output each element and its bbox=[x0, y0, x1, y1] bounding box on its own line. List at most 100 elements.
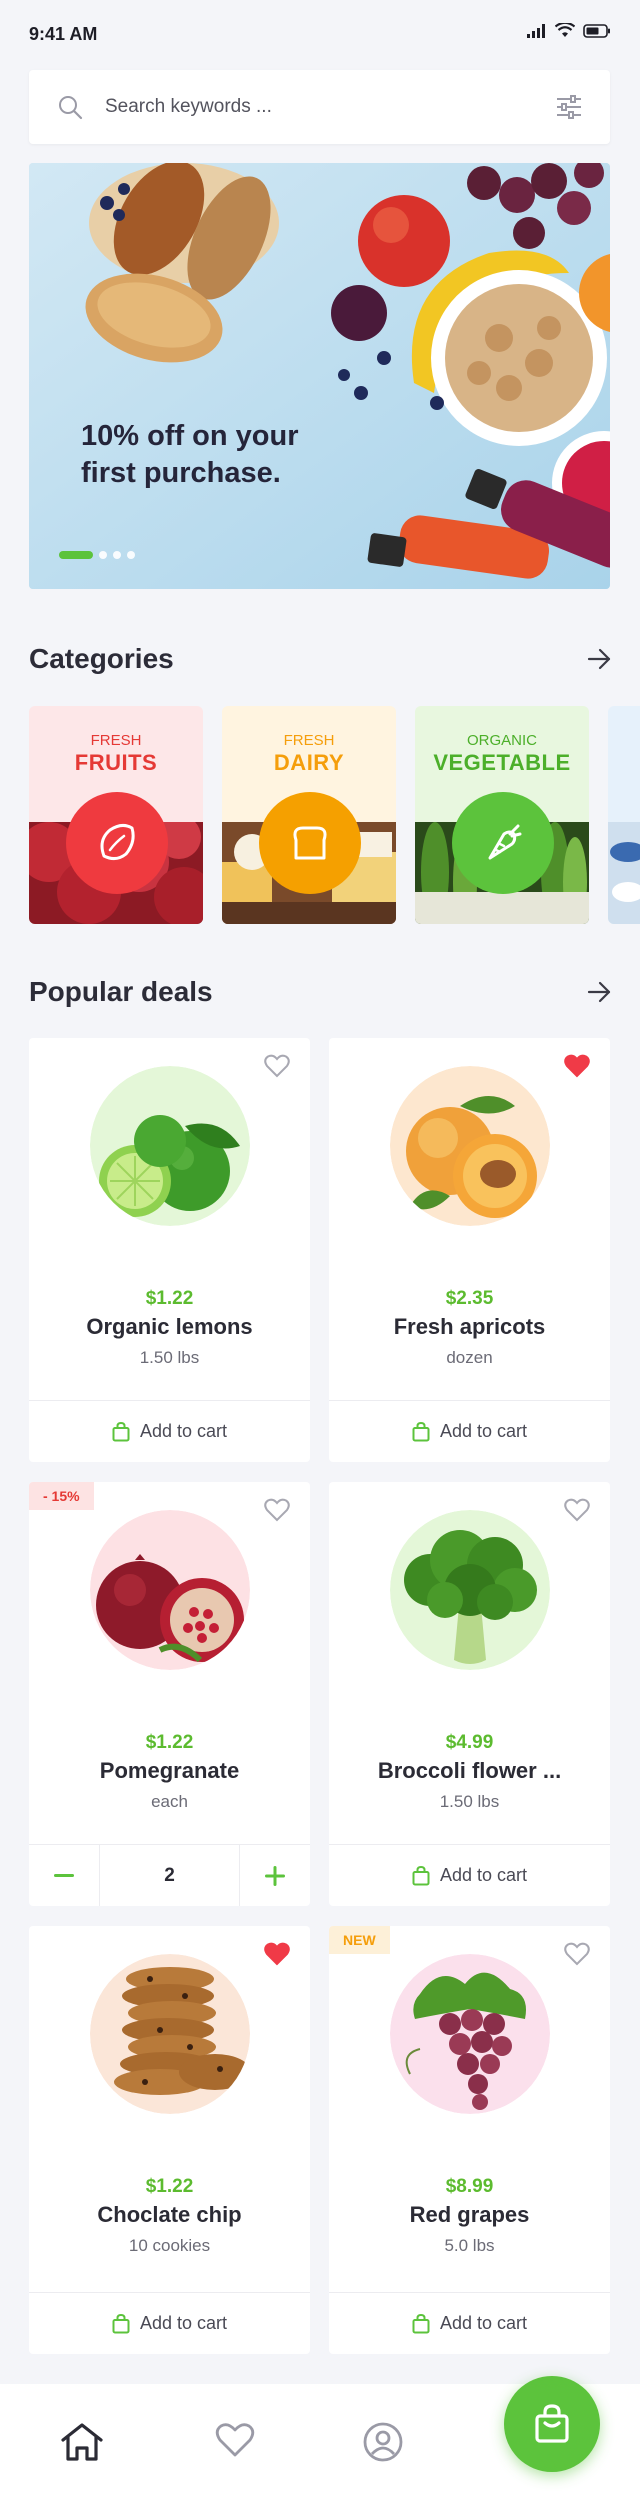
add-to-cart-label: Add to cart bbox=[139, 1421, 228, 1441]
profile-icon[interactable] bbox=[363, 2422, 403, 2462]
product-card[interactable]: $1.22 Choclate chip 10 cookies Add to ca… bbox=[29, 1926, 310, 2354]
signal-icon bbox=[527, 23, 545, 38]
category-icon-circle bbox=[259, 792, 361, 894]
category-dairy[interactable]: FRESH DAIRY bbox=[222, 706, 396, 924]
category-icon-circle bbox=[66, 792, 168, 894]
lemon-icon bbox=[100, 823, 135, 861]
favorite-heart-icon[interactable] bbox=[564, 1054, 590, 1078]
add-to-cart-label: Add to cart bbox=[439, 1421, 528, 1441]
deals-arrow-icon[interactable] bbox=[587, 981, 611, 1003]
add-to-cart-button[interactable]: Add to cart bbox=[29, 2292, 310, 2354]
bread-icon bbox=[293, 826, 327, 860]
categories-arrow-icon[interactable] bbox=[587, 648, 611, 670]
category-title: VEGETABLE bbox=[433, 750, 571, 775]
banner-image bbox=[29, 163, 610, 589]
add-to-cart-button[interactable]: Add to cart bbox=[329, 2292, 610, 2354]
product-name: Broccoli flower ... bbox=[377, 1758, 562, 1783]
product-price: $8.99 bbox=[445, 2176, 494, 2197]
product-name: Fresh apricots bbox=[393, 1314, 546, 1339]
increase-button[interactable] bbox=[240, 1845, 310, 1906]
product-card[interactable]: $4.99 Broccoli flower ... 1.50 lbs Add t… bbox=[329, 1482, 610, 1906]
product-image bbox=[89, 1510, 250, 1670]
add-to-cart-label: Add to cart bbox=[439, 1865, 528, 1885]
product-card[interactable]: NEW $8.99 Red grapes 5.0 lbs Add to cart bbox=[329, 1926, 610, 2354]
carrot-icon bbox=[488, 824, 522, 860]
product-name: Choclate chip bbox=[97, 2202, 242, 2227]
bag-icon bbox=[412, 2313, 430, 2333]
favorite-heart-icon[interactable] bbox=[264, 1054, 290, 1078]
product-unit: 10 cookies bbox=[128, 2236, 211, 2255]
carousel-dot[interactable] bbox=[113, 551, 121, 559]
bag-icon bbox=[112, 2313, 130, 2333]
add-to-cart-label: Add to cart bbox=[139, 2313, 228, 2333]
carousel-dot[interactable] bbox=[59, 551, 93, 559]
product-price: $1.22 bbox=[145, 1732, 194, 1753]
category-image bbox=[608, 822, 640, 924]
search-icon bbox=[59, 96, 83, 120]
product-unit: 1.50 lbs bbox=[139, 1348, 200, 1367]
add-to-cart-button[interactable]: Add to cart bbox=[29, 1400, 310, 1462]
quantity-stepper: 2 bbox=[29, 1844, 310, 1906]
category-vegetable[interactable]: ORGANIC VEGETABLE bbox=[415, 706, 589, 924]
category-title: DAIRY bbox=[273, 750, 345, 775]
favorite-heart-icon[interactable] bbox=[564, 1498, 590, 1522]
product-unit: each bbox=[151, 1792, 188, 1811]
product-image bbox=[89, 1954, 250, 2114]
category-icon-circle bbox=[452, 792, 554, 894]
search-bar bbox=[29, 70, 610, 144]
add-to-cart-button[interactable]: Add to cart bbox=[329, 1400, 610, 1462]
shopping-bag-icon bbox=[535, 2404, 569, 2443]
product-card[interactable]: $1.22 Organic lemons 1.50 lbs Add to car… bbox=[29, 1038, 310, 1462]
product-name: Red grapes bbox=[409, 2202, 530, 2227]
promo-banner[interactable]: 10% off on your first purchase. bbox=[29, 163, 610, 589]
categories-list: FRESH FRUITS FRESH DAIRY ORGANIC VEGETAB… bbox=[29, 706, 640, 924]
home-icon[interactable] bbox=[60, 2422, 104, 2462]
product-card[interactable]: - 15% $1.22 Pomegranate each 2 bbox=[29, 1482, 310, 1906]
favorite-heart-icon[interactable] bbox=[564, 1942, 590, 1966]
bag-icon bbox=[112, 1421, 130, 1441]
category-fruits[interactable]: FRESH FRUITS bbox=[29, 706, 203, 924]
category-subtitle: FRESH bbox=[283, 732, 335, 749]
favorites-heart-icon[interactable] bbox=[215, 2422, 255, 2458]
favorite-heart-icon[interactable] bbox=[264, 1942, 290, 1966]
category-title: FRUITS bbox=[74, 750, 158, 775]
minus-icon bbox=[54, 1873, 74, 1877]
search-input[interactable] bbox=[105, 90, 525, 124]
categories-title: Categories bbox=[29, 643, 174, 674]
category-subtitle: FRESH bbox=[90, 732, 142, 749]
carousel-dots[interactable] bbox=[59, 551, 135, 559]
product-image bbox=[389, 1510, 550, 1670]
product-price: $1.22 bbox=[145, 1288, 194, 1309]
new-badge: NEW bbox=[329, 1926, 390, 1954]
popular-deals-title: Popular deals bbox=[29, 976, 213, 1007]
favorite-heart-icon[interactable] bbox=[264, 1498, 290, 1522]
add-to-cart-label: Add to cart bbox=[439, 2313, 528, 2333]
cart-button[interactable] bbox=[504, 2376, 600, 2472]
product-price: $2.35 bbox=[445, 1288, 494, 1309]
status-bar: 9:41 AM bbox=[0, 0, 640, 60]
filter-icon[interactable] bbox=[556, 95, 582, 119]
product-unit: 1.50 lbs bbox=[439, 1792, 500, 1811]
quantity-value: 2 bbox=[99, 1845, 240, 1906]
carousel-dot[interactable] bbox=[127, 551, 135, 559]
battery-icon bbox=[583, 23, 610, 38]
status-time: 9:41 AM bbox=[29, 24, 98, 44]
wifi-icon bbox=[555, 23, 575, 37]
bag-icon bbox=[412, 1421, 430, 1441]
bag-icon bbox=[412, 1865, 430, 1885]
product-name: Organic lemons bbox=[86, 1314, 253, 1339]
product-image bbox=[89, 1066, 250, 1226]
product-name: Pomegranate bbox=[99, 1758, 240, 1783]
product-image bbox=[389, 1066, 550, 1226]
decrease-button[interactable] bbox=[29, 1845, 99, 1906]
product-price: $4.99 bbox=[445, 1732, 494, 1753]
discount-badge: - 15% bbox=[29, 1482, 94, 1510]
category-partial[interactable] bbox=[608, 706, 640, 924]
add-to-cart-button[interactable]: Add to cart bbox=[329, 1844, 610, 1906]
product-unit: 5.0 lbs bbox=[444, 2236, 495, 2255]
product-price: $1.22 bbox=[145, 2176, 194, 2197]
category-subtitle: ORGANIC bbox=[466, 732, 537, 749]
status-icons bbox=[527, 23, 611, 38]
carousel-dot[interactable] bbox=[99, 551, 107, 559]
product-card[interactable]: $2.35 Fresh apricots dozen Add to cart bbox=[329, 1038, 610, 1462]
